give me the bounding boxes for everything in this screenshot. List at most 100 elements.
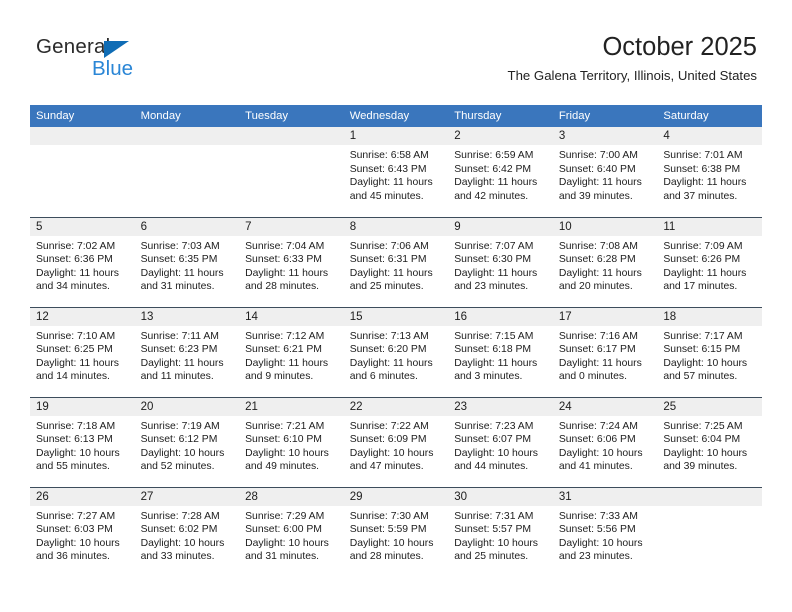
sunrise-text: Sunrise: 7:06 AM bbox=[349, 240, 429, 252]
calendar-day-cell[interactable]: 27 Sunrise: 7:28 AM Sunset: 6:02 PM Dayligh… bbox=[134, 486, 240, 577]
calendar-day-cell[interactable]: 17 Sunrise: 7:16 AM Sunset: 6:17 PM Dayligh… bbox=[552, 306, 658, 397]
sunset-text: Sunset: 6:09 PM bbox=[349, 434, 427, 445]
day-cell-inner: 6 Sunrise: 7:03 AM Sunset: 6:35 PM Daylight… bbox=[134, 217, 240, 307]
calendar-day-cell[interactable]: 1 Sunrise: 6:58 AM Sunset: 6:43 PM Daylight… bbox=[343, 127, 449, 217]
day-details: Sunrise: 7:02 AM Sunset: 6:36 PM Daylight:… bbox=[30, 236, 135, 294]
calendar-day-cell[interactable]: 12 Sunrise: 7:10 AM Sunset: 6:25 PM Dayligh… bbox=[30, 306, 135, 397]
sunset-text: Sunset: 6:23 PM bbox=[140, 344, 218, 355]
daylight-text-line2: and 17 minutes. bbox=[663, 281, 738, 292]
calendar-day-cell[interactable]: 23 Sunrise: 7:23 AM Sunset: 6:07 PM Dayligh… bbox=[448, 396, 553, 487]
day-details: Sunrise: 7:00 AM Sunset: 6:40 PM Daylight:… bbox=[553, 145, 658, 203]
sunrise-text: Sunrise: 7:23 AM bbox=[454, 420, 534, 432]
calendar-day-cell[interactable]: 28 Sunrise: 7:29 AM Sunset: 6:00 PM Dayligh… bbox=[239, 486, 344, 578]
daylight-text-line2: and 31 minutes. bbox=[140, 281, 215, 292]
day-cell-inner: 17 Sunrise: 7:16 AM Sunset: 6:17 PM Dayligh… bbox=[552, 307, 658, 397]
calendar-day-cell[interactable]: 4 Sunrise: 7:01 AM Sunset: 6:38 PM Daylight… bbox=[657, 127, 762, 217]
day-number: 11 bbox=[657, 217, 762, 236]
sunrise-text: Sunrise: 7:10 AM bbox=[36, 330, 116, 342]
calendar-day-cell[interactable]: 3 Sunrise: 7:00 AM Sunset: 6:40 PM Daylight… bbox=[552, 127, 658, 217]
calendar-day-cell[interactable]: 29 Sunrise: 7:30 AM Sunset: 5:59 PM Dayligh… bbox=[343, 486, 449, 577]
day-details: Sunrise: 7:04 AM Sunset: 6:33 PM Daylight:… bbox=[239, 236, 344, 294]
daylight-text-line2: and 28 minutes. bbox=[349, 551, 424, 562]
day-number: 26 bbox=[30, 487, 135, 506]
calendar-week-row: 26 Sunrise: 7:27 AM Sunset: 6:03 PM Dayligh… bbox=[30, 486, 762, 578]
daylight-text-line1: Daylight: 10 hours bbox=[558, 537, 643, 549]
daylight-text-line2: and 6 minutes. bbox=[349, 371, 418, 382]
calendar-day-cell[interactable]: 18 Sunrise: 7:17 AM Sunset: 6:15 PM Dayligh… bbox=[657, 306, 762, 397]
day-number: 30 bbox=[448, 487, 553, 506]
day-number bbox=[30, 127, 135, 145]
day-number: 5 bbox=[30, 217, 135, 236]
day-cell-inner: 22 Sunrise: 7:22 AM Sunset: 6:09 PM Dayligh… bbox=[343, 397, 449, 487]
daylight-text-line2: and 52 minutes. bbox=[140, 461, 215, 472]
calendar-day-cell[interactable]: 31 Sunrise: 7:33 AM Sunset: 5:56 PM Dayligh… bbox=[552, 486, 658, 577]
calendar-day-cell[interactable]: 14 Sunrise: 7:12 AM Sunset: 6:21 PM Dayligh… bbox=[239, 306, 344, 397]
daylight-text-line2: and 28 minutes. bbox=[245, 281, 320, 292]
sunset-text: Sunset: 6:35 PM bbox=[140, 254, 218, 265]
daylight-text-line1: Daylight: 10 hours bbox=[140, 537, 225, 549]
day-details: Sunrise: 7:08 AM Sunset: 6:28 PM Daylight:… bbox=[553, 236, 658, 294]
calendar-day-cell[interactable]: 9 Sunrise: 7:07 AM Sunset: 6:30 PM Daylight… bbox=[448, 216, 553, 307]
day-number: 21 bbox=[239, 397, 344, 416]
calendar-day-cell[interactable]: 5 Sunrise: 7:02 AM Sunset: 6:36 PM Daylight… bbox=[30, 216, 135, 307]
day-cell-inner bbox=[30, 127, 135, 217]
day-details: Sunrise: 7:27 AM Sunset: 6:03 PM Daylight:… bbox=[30, 506, 135, 564]
daylight-text-line1: Daylight: 11 hours bbox=[663, 267, 747, 279]
daylight-text-line2: and 0 minutes. bbox=[558, 371, 627, 382]
day-details: Sunrise: 7:24 AM Sunset: 6:06 PM Daylight:… bbox=[553, 416, 658, 474]
calendar-day-cell[interactable]: 30 Sunrise: 7:31 AM Sunset: 5:57 PM Dayligh… bbox=[448, 486, 553, 577]
general-blue-logo[interactable]: General Blue bbox=[36, 36, 236, 84]
sunrise-text: Sunrise: 7:29 AM bbox=[245, 510, 325, 522]
calendar-day-cell[interactable]: 2 Sunrise: 6:59 AM Sunset: 6:42 PM Daylight… bbox=[448, 127, 553, 217]
calendar-day-cell[interactable]: 10 Sunrise: 7:08 AM Sunset: 6:28 PM Dayligh… bbox=[552, 216, 658, 307]
calendar-day-cell[interactable]: 26 Sunrise: 7:27 AM Sunset: 6:03 PM Dayligh… bbox=[30, 486, 135, 577]
day-details: Sunrise: 7:09 AM Sunset: 6:26 PM Daylight:… bbox=[657, 236, 762, 294]
daylight-text-line1: Daylight: 11 hours bbox=[558, 357, 642, 369]
day-number: 29 bbox=[343, 487, 449, 506]
sunset-text: Sunset: 6:31 PM bbox=[349, 254, 427, 265]
sunset-text: Sunset: 6:21 PM bbox=[245, 344, 322, 355]
day-number: 4 bbox=[657, 127, 762, 145]
sunrise-text: Sunrise: 7:24 AM bbox=[558, 420, 638, 432]
calendar-day-cell[interactable]: 25 Sunrise: 7:25 AM Sunset: 6:04 PM Dayligh… bbox=[657, 396, 762, 487]
daylight-text-line1: Daylight: 11 hours bbox=[454, 177, 538, 188]
day-number: 15 bbox=[343, 307, 449, 326]
calendar-day-cell[interactable]: 22 Sunrise: 7:22 AM Sunset: 6:09 PM Dayligh… bbox=[343, 396, 449, 487]
calendar-day-cell[interactable]: 13 Sunrise: 7:11 AM Sunset: 6:23 PM Dayligh… bbox=[134, 306, 240, 397]
daylight-text-line1: Daylight: 10 hours bbox=[245, 537, 329, 549]
daylight-text-line1: Daylight: 11 hours bbox=[245, 267, 329, 279]
calendar-day-cell[interactable]: 21 Sunrise: 7:21 AM Sunset: 6:10 PM Dayligh… bbox=[239, 396, 344, 487]
logo-text-general: General bbox=[36, 35, 111, 58]
sunrise-text: Sunrise: 7:25 AM bbox=[663, 420, 743, 432]
daylight-text-line1: Daylight: 11 hours bbox=[245, 357, 329, 369]
sunset-text: Sunset: 6:40 PM bbox=[558, 163, 636, 175]
calendar-table: Sunday Monday Tuesday Wednesday Thursday… bbox=[30, 105, 762, 577]
calendar-day-cell[interactable]: 11 Sunrise: 7:09 AM Sunset: 6:26 PM Dayligh… bbox=[657, 216, 762, 307]
sunset-text: Sunset: 6:07 PM bbox=[454, 434, 532, 445]
calendar-day-cell[interactable]: 6 Sunrise: 7:03 AM Sunset: 6:35 PM Daylight… bbox=[134, 216, 240, 307]
daylight-text-line1: Daylight: 11 hours bbox=[454, 357, 538, 369]
calendar-day-cell[interactable]: 24 Sunrise: 7:24 AM Sunset: 6:06 PM Dayligh… bbox=[552, 396, 658, 487]
sunrise-text: Sunrise: 7:21 AM bbox=[245, 420, 325, 432]
calendar-day-cell[interactable]: 16 Sunrise: 7:15 AM Sunset: 6:18 PM Dayligh… bbox=[448, 306, 553, 397]
daylight-text-line1: Daylight: 11 hours bbox=[558, 267, 642, 279]
day-details: Sunrise: 7:01 AM Sunset: 6:38 PM Daylight:… bbox=[657, 145, 762, 203]
daylight-text-line1: Daylight: 11 hours bbox=[140, 357, 224, 369]
sunset-text: Sunset: 6:20 PM bbox=[349, 344, 427, 355]
calendar-day-cell[interactable]: 20 Sunrise: 7:19 AM Sunset: 6:12 PM Dayligh… bbox=[134, 396, 240, 487]
day-cell-inner: 28 Sunrise: 7:29 AM Sunset: 6:00 PM Dayligh… bbox=[239, 487, 344, 578]
sunset-text: Sunset: 6:28 PM bbox=[558, 254, 636, 265]
calendar-day-cell[interactable]: 7 Sunrise: 7:04 AM Sunset: 6:33 PM Daylight… bbox=[239, 216, 344, 307]
day-details: Sunrise: 7:10 AM Sunset: 6:25 PM Daylight:… bbox=[30, 326, 135, 384]
day-cell-inner: 23 Sunrise: 7:23 AM Sunset: 6:07 PM Dayligh… bbox=[448, 397, 553, 487]
sunset-text: Sunset: 6:06 PM bbox=[558, 434, 636, 445]
sunset-text: Sunset: 6:38 PM bbox=[663, 163, 741, 175]
sunset-text: Sunset: 6:03 PM bbox=[36, 524, 113, 535]
calendar-day-cell[interactable]: 19 Sunrise: 7:18 AM Sunset: 6:13 PM Dayligh… bbox=[30, 396, 135, 487]
calendar-day-cell[interactable]: 8 Sunrise: 7:06 AM Sunset: 6:31 PM Daylight… bbox=[343, 216, 449, 307]
calendar-day-cell[interactable]: 15 Sunrise: 7:13 AM Sunset: 6:20 PM Dayligh… bbox=[343, 306, 449, 397]
sunrise-text: Sunrise: 7:33 AM bbox=[558, 510, 638, 522]
day-details: Sunrise: 7:28 AM Sunset: 6:02 PM Daylight:… bbox=[135, 506, 240, 564]
sunrise-text: Sunrise: 7:27 AM bbox=[36, 510, 116, 522]
daylight-text-line1: Daylight: 10 hours bbox=[245, 447, 329, 459]
